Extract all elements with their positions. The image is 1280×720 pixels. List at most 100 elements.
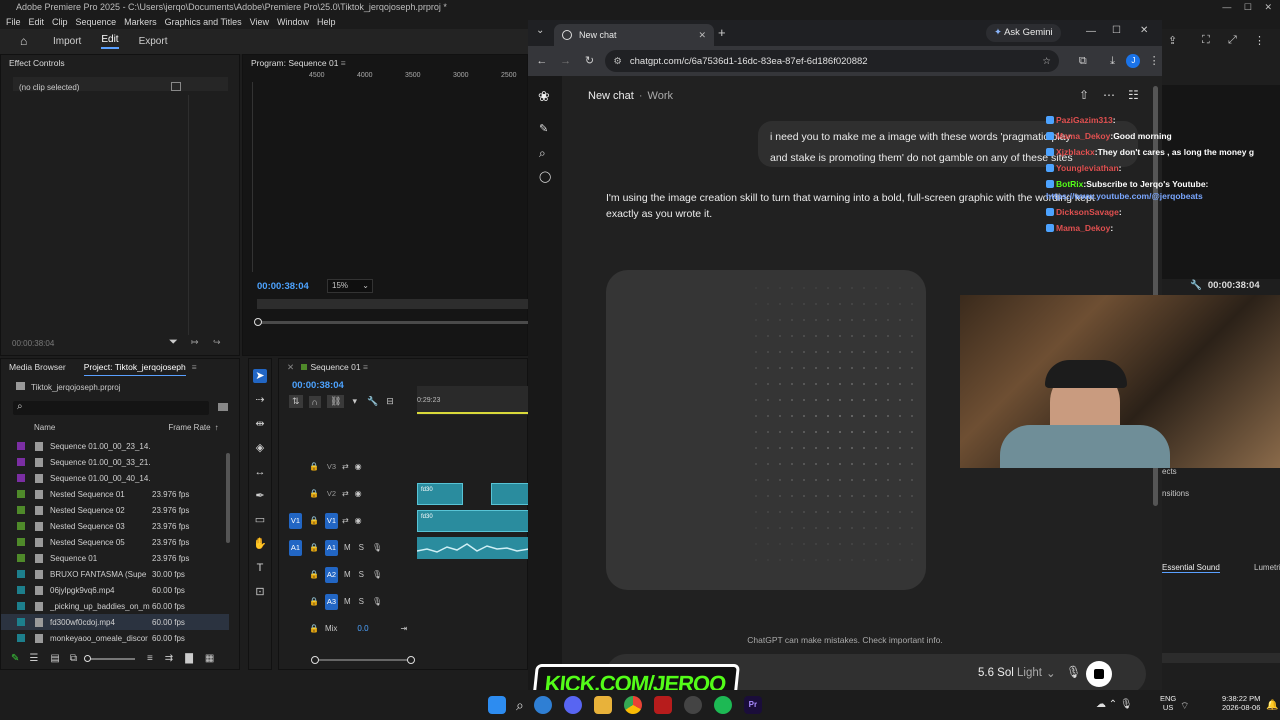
project-item[interactable]: Sequence 01.00_00_33_21.S — [1, 454, 229, 470]
sort-icon[interactable]: ≡ — [147, 653, 153, 664]
panel-icon[interactable]: ☷ — [1128, 88, 1139, 102]
program-timecode[interactable]: 00:00:38:04 — [257, 281, 309, 292]
ripple-edit-icon[interactable]: ⇹ — [253, 417, 267, 431]
timeline-title[interactable]: ✕ Sequence 01 ≡ — [279, 359, 527, 375]
timeline-timecode[interactable]: 00:00:38:04 — [292, 380, 344, 391]
label-color-swatch[interactable] — [17, 458, 25, 466]
premiere-taskbar-icon[interactable]: Pr — [743, 696, 762, 714]
app-icon[interactable] — [683, 696, 702, 714]
share-icon[interactable]: ⇪ — [1168, 34, 1177, 47]
snap-icon[interactable]: ∩ — [308, 395, 322, 408]
label-color-swatch[interactable] — [17, 506, 25, 514]
solo-button[interactable]: S — [359, 597, 364, 606]
automate-icon[interactable]: ⇉ — [165, 653, 173, 664]
mix-value[interactable]: 0.0 — [357, 624, 368, 633]
label-color-swatch[interactable] — [17, 554, 25, 562]
zoom-handle-right[interactable] — [407, 656, 415, 664]
notifications-icon[interactable]: 🔔 — [1266, 700, 1278, 711]
project-item[interactable]: 06jylpgk9vq6.mp4 60.00 fps — [1, 582, 229, 598]
audio-clip[interactable] — [416, 536, 530, 559]
search-icon[interactable]: ⌕ — [516, 697, 524, 714]
spotify-icon[interactable] — [713, 696, 732, 714]
nest-icon[interactable]: ⇅ — [289, 395, 303, 408]
track-label-a2[interactable]: A2 — [324, 566, 338, 583]
mute-button[interactable]: M — [344, 597, 351, 606]
type-icon[interactable]: T — [253, 561, 267, 575]
ask-gemini-button[interactable]: ✦ Ask Gemini — [986, 24, 1061, 42]
pencil-icon[interactable]: ✎ — [11, 653, 19, 664]
menu-window[interactable]: Window — [277, 15, 309, 29]
pen-icon[interactable]: ✒ — [253, 489, 267, 503]
sort-asc-icon[interactable]: ↑ — [215, 423, 219, 432]
scroll-bar[interactable] — [257, 321, 529, 324]
zoom-slider-handle[interactable] — [83, 654, 91, 662]
workspace-export[interactable]: Export — [139, 36, 168, 47]
obs-icon[interactable] — [653, 696, 672, 714]
search-chats-icon[interactable]: ⌕ — [539, 146, 546, 161]
clock[interactable]: 9:38:22 PM 2026-08-06 — [1222, 694, 1260, 712]
solo-button[interactable]: S — [359, 570, 364, 579]
close-window-icon[interactable]: ✕ — [1140, 25, 1148, 36]
sync-icon[interactable]: ⇄ — [342, 489, 349, 498]
lock-icon[interactable]: 🔒 — [309, 597, 319, 606]
label-color-swatch[interactable] — [17, 522, 25, 530]
discord-icon[interactable] — [563, 696, 582, 714]
rectangle-icon[interactable]: ▭ — [253, 513, 267, 527]
source-patch-v1[interactable]: V1 — [289, 512, 302, 529]
chatgpt-logo-icon[interactable]: ❀ — [538, 88, 550, 105]
linked-icon[interactable]: ⛓ — [327, 395, 345, 408]
label-color-swatch[interactable] — [17, 474, 25, 482]
more-icon[interactable]: ⋮ — [1254, 34, 1265, 47]
tray-icons[interactable]: ☁ ⌃ 🎙 — [1096, 699, 1133, 710]
zoom-select[interactable]: 15% ⌄ — [327, 279, 373, 293]
project-item[interactable]: _picking_up_baddies_on_m 60.00 fps — [1, 598, 229, 614]
share-icon[interactable]: ↪ — [213, 337, 221, 348]
menu-icon[interactable]: ≡ — [192, 359, 197, 375]
track-label-v2[interactable]: V2 — [325, 486, 338, 502]
model-picker[interactable]: 5.6 Sol Light ⌄ — [978, 666, 1056, 680]
selection-tool-icon[interactable]: ➤ — [253, 369, 267, 383]
close-icon[interactable]: ✕ — [287, 362, 294, 372]
label-color-swatch[interactable] — [17, 618, 25, 626]
window-controls[interactable]: — ☐ ✕ — [1222, 0, 1272, 15]
microphone-icon[interactable]: 🎙 — [1066, 665, 1081, 679]
timeline-zoom-bar[interactable] — [311, 656, 415, 664]
new-bin-footer-icon[interactable]: ▇ — [185, 653, 193, 664]
label-color-swatch[interactable] — [17, 538, 25, 546]
label-color-swatch[interactable] — [17, 442, 25, 450]
extensions-icon[interactable]: ⧉ — [1075, 53, 1091, 69]
video-clip[interactable] — [491, 482, 529, 505]
effect-controls-title[interactable]: Effect Controls — [1, 55, 239, 71]
address-bar[interactable]: ⚙ chatgpt.com/c/6a7536d1-16dc-83ea-87ef-… — [605, 50, 1059, 72]
scroll-handle[interactable] — [254, 318, 262, 326]
track-label-a3[interactable]: A3 — [324, 593, 338, 610]
reload-icon[interactable]: ↻ — [582, 53, 598, 69]
slip-icon[interactable]: ↔ — [253, 465, 267, 479]
maximize-icon[interactable]: ☐ — [1112, 25, 1121, 36]
more-options-icon[interactable]: ⋯ — [1103, 88, 1115, 102]
menu-graphics[interactable]: Graphics and Titles — [165, 15, 242, 29]
menu-markers[interactable]: Markers — [124, 15, 157, 29]
tab-lumetri[interactable]: Lumetri — [1254, 563, 1280, 572]
new-tab-icon[interactable]: + — [718, 25, 726, 40]
col-name[interactable]: Name — [34, 423, 55, 432]
filter-icon[interactable]: ⏷ — [169, 336, 178, 349]
menu-file[interactable]: File — [6, 15, 21, 29]
solo-button[interactable]: S — [359, 543, 364, 552]
video-clip[interactable]: fd30 — [417, 482, 463, 505]
razor-icon[interactable]: ◈ — [253, 441, 267, 455]
lock-icon[interactable]: 🔒 — [309, 462, 319, 471]
export-frame-icon[interactable]: ↦ — [191, 337, 199, 348]
project-item[interactable]: Sequence 01.00_00_23_14.S — [1, 438, 229, 454]
tab-media-browser[interactable]: Media Browser — [9, 359, 66, 375]
wrench-icon[interactable]: 🔧 — [367, 396, 378, 407]
project-item[interactable]: Sequence 01.00_00_40_14.S — [1, 470, 229, 486]
back-icon[interactable]: ← — [534, 53, 550, 69]
label-color-swatch[interactable] — [17, 602, 25, 610]
project-scrollbar[interactable] — [226, 453, 230, 543]
chrome-menu-icon[interactable]: ⋮ — [1146, 53, 1162, 69]
menu-clip[interactable]: Clip — [52, 15, 68, 29]
menu-edit[interactable]: Edit — [29, 15, 45, 29]
home-icon[interactable]: ⌂ — [20, 34, 27, 48]
source-patch-a1[interactable]: A1 — [289, 539, 302, 556]
